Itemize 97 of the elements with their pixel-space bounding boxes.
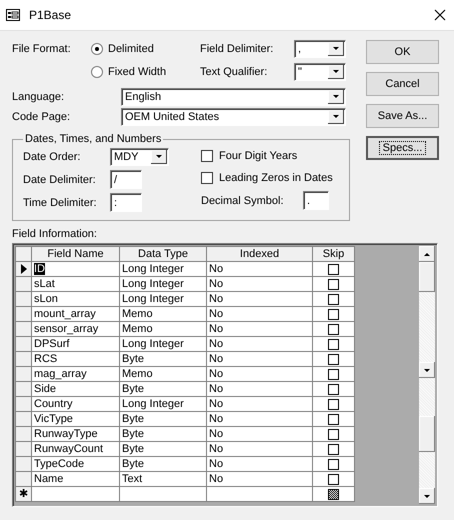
skip-checkbox[interactable]	[328, 354, 339, 365]
table-cell[interactable]: Side	[32, 382, 120, 396]
field-label: Language:	[12, 90, 65, 102]
table-cell[interactable]: Memo	[120, 366, 206, 382]
skip-checkbox[interactable]	[328, 398, 339, 410]
table-cell[interactable]: Memo	[120, 306, 206, 322]
field-label: Code Page:	[12, 110, 72, 122]
table-cell[interactable]: sLat	[32, 276, 120, 292]
table-cell[interactable]: Long Integer	[120, 292, 206, 306]
table-cell[interactable]: No	[206, 442, 312, 456]
table-cell[interactable]: RunwayType	[32, 426, 120, 442]
table-cell[interactable]: No	[206, 276, 312, 292]
checkbox[interactable]: Leading Zeros in Dates	[201, 172, 333, 184]
column-header[interactable]: Indexed	[206, 246, 312, 262]
table-cell[interactable]: VicType	[32, 412, 120, 426]
skip-checkbox[interactable]	[328, 428, 339, 440]
scrollbar[interactable]	[419, 246, 435, 504]
field-label: Time Delimiter:	[23, 196, 98, 208]
field-label: Date Delimiter:	[23, 174, 97, 186]
table-cell[interactable]: ID	[32, 262, 120, 276]
dialog-button[interactable]: Save As...	[366, 104, 439, 128]
section-label: Field Information:	[12, 228, 98, 240]
table-cell[interactable]: Byte	[120, 412, 206, 426]
close-icon[interactable]	[434, 9, 446, 21]
field-label: File Format:	[12, 42, 72, 54]
table-cell[interactable]: No	[206, 412, 312, 426]
delimiter-dropdown[interactable]: ,	[294, 40, 346, 58]
dialog-button[interactable]: Specs...	[366, 136, 439, 160]
table-cell[interactable]: Text	[120, 472, 206, 486]
table-cell[interactable]: mag_array	[32, 366, 120, 382]
form-icon	[6, 9, 20, 21]
skip-checkbox[interactable]	[328, 444, 339, 455]
table-cell[interactable]: Long Integer	[120, 262, 206, 276]
skip-checkbox[interactable]	[328, 458, 339, 470]
table-cell[interactable]: sLon	[32, 292, 120, 306]
table-cell[interactable]: No	[206, 322, 312, 336]
language-dropdown[interactable]: English	[121, 88, 346, 106]
table-cell[interactable]: DPSurf	[32, 336, 120, 352]
new-row-marker: ✱	[19, 488, 28, 500]
date-order-dropdown[interactable]: MDY	[110, 148, 169, 166]
table-cell[interactable]: No	[206, 262, 312, 276]
column-header[interactable]: Field Name	[32, 246, 120, 262]
table-cell[interactable]: Byte	[120, 426, 206, 442]
qualifier-dropdown[interactable]: "	[294, 62, 346, 80]
skip-checkbox[interactable]	[328, 338, 339, 350]
skip-checkbox[interactable]	[328, 264, 339, 275]
table-cell[interactable]: Country	[32, 396, 120, 412]
table-cell[interactable]: Long Integer	[120, 276, 206, 292]
decimal-symbol-field[interactable]: .	[303, 191, 329, 210]
skip-checkbox[interactable]	[328, 414, 339, 425]
table-cell[interactable]: No	[206, 366, 312, 382]
radio-option[interactable]: Fixed Width	[91, 66, 200, 78]
column-header[interactable]: Data Type	[120, 246, 206, 262]
skip-checkbox[interactable]	[328, 474, 339, 485]
skip-checkbox[interactable]	[328, 308, 339, 320]
table-cell[interactable]: Name	[32, 472, 120, 486]
code-page-dropdown[interactable]: OEM United States	[121, 108, 346, 126]
time-delimiter-field[interactable]: :	[110, 193, 142, 212]
table-cell[interactable]: No	[206, 352, 312, 366]
skip-checkbox[interactable]	[328, 368, 339, 380]
checkbox[interactable]: Four Digit Years	[201, 150, 298, 162]
table-cell[interactable]: No	[206, 336, 312, 352]
table-cell[interactable]: mount_array	[32, 306, 120, 322]
window-title: P1Base	[29, 8, 72, 22]
radio-option[interactable]: Delimited	[91, 42, 200, 54]
field-label: Decimal Symbol:	[201, 194, 285, 206]
field-label: Field Delimiter:	[200, 42, 274, 54]
table-cell[interactable]: Byte	[120, 352, 206, 366]
dialog-button[interactable]: OK	[366, 40, 439, 64]
table-cell[interactable]: Long Integer	[120, 336, 206, 352]
table-cell[interactable]: No	[206, 396, 312, 412]
skip-checkbox[interactable]	[328, 294, 339, 305]
date-delimiter-field[interactable]: /	[110, 170, 142, 189]
table-cell[interactable]: No	[206, 456, 312, 472]
table-cell[interactable]: Memo	[120, 322, 206, 336]
skip-checkbox[interactable]	[328, 384, 339, 395]
table-cell[interactable]: Byte	[120, 442, 206, 456]
table-cell[interactable]: TypeCode	[32, 456, 120, 472]
table-cell[interactable]: sensor_array	[32, 322, 120, 336]
table-cell[interactable]: No	[206, 292, 312, 306]
table-cell[interactable]: Byte	[120, 456, 206, 472]
dialog-button[interactable]: Cancel	[366, 72, 439, 96]
table-cell[interactable]: RunwayCount	[32, 442, 120, 456]
table-cell[interactable]: No	[206, 472, 312, 486]
skip-checkbox[interactable]	[328, 324, 339, 335]
table-cell[interactable]: No	[206, 306, 312, 322]
field-label: Text Qualifier:	[200, 66, 268, 78]
current-row-icon	[20, 264, 26, 274]
table-cell[interactable]: No	[206, 426, 312, 442]
field-label: Date Order:	[23, 150, 82, 162]
table-cell[interactable]: No	[206, 382, 312, 396]
table-cell[interactable]: Long Integer	[120, 396, 206, 412]
group-title: Dates, Times, and Numbers	[24, 133, 162, 145]
table-cell[interactable]: RCS	[32, 352, 120, 366]
skip-checkbox[interactable]	[328, 278, 339, 290]
column-header[interactable]: Skip	[312, 246, 354, 262]
table-cell[interactable]: Byte	[120, 382, 206, 396]
